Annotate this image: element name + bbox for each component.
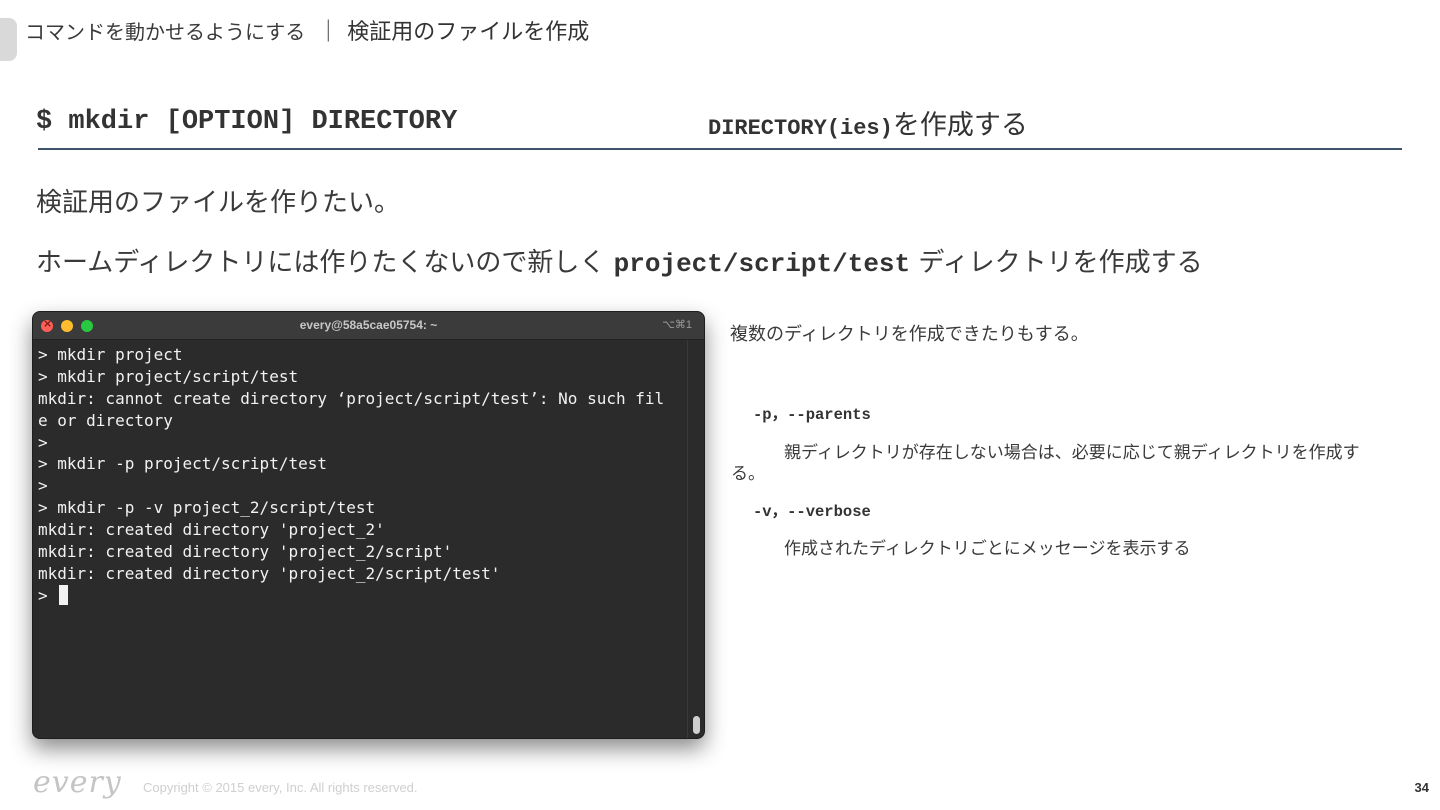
- terminal-line: >: [38, 476, 48, 496]
- command-desc-text: を作成する: [892, 110, 1028, 141]
- command-syntax: $ mkdir [OPTION] DIRECTORY: [36, 107, 458, 137]
- copyright-text: Copyright © 2015 every, Inc. All rights …: [143, 780, 418, 795]
- header-divider: [38, 148, 1402, 150]
- option-verbose: -v，--verbose: [753, 503, 871, 521]
- body-line-1: 検証用のファイルを作りたい。: [36, 188, 401, 218]
- terminal-shortcut: ⌥⌘1: [662, 319, 692, 331]
- header-subtitle: コマンドを動かせるようにする: [25, 20, 306, 44]
- terminal-output[interactable]: > mkdir project > mkdir project/script/t…: [33, 340, 688, 738]
- command-description: DIRECTORY(ies)を作成する: [708, 103, 1028, 142]
- command-desc-code: DIRECTORY(ies): [708, 116, 893, 141]
- notes-intro: 複数のディレクトリを作成できたりもする。: [730, 324, 1089, 345]
- slide-header: コマンドを動かせるようにする ｜ 検証用のファイルを作成: [25, 14, 589, 46]
- terminal-prompt-line[interactable]: >: [38, 584, 688, 607]
- terminal-line: >: [38, 432, 48, 452]
- terminal-titlebar[interactable]: every@58a5cae05754: ~ ⌥⌘1: [33, 312, 704, 340]
- header-title: 検証用のファイルを作成: [347, 20, 590, 45]
- terminal-scrollbar[interactable]: [687, 340, 704, 738]
- body-line-2-code: project/script/test: [613, 249, 911, 279]
- every-logo: every: [33, 765, 122, 800]
- option-parents: -p，--parents: [753, 406, 871, 424]
- terminal-cursor: [59, 584, 69, 605]
- terminal-line: > mkdir project/script/test: [38, 366, 299, 386]
- terminal-line: > mkdir -p -v project_2/script/test: [38, 498, 376, 518]
- body-line-2: ホームディレクトリには作りたくないので新しく project/script/te…: [36, 242, 1203, 279]
- terminal-scrollbar-thumb[interactable]: [693, 716, 700, 734]
- terminal-title: every@58a5cae05754: ~: [299, 318, 438, 332]
- terminal-line: mkdir: created directory 'project_2/scri…: [38, 542, 453, 562]
- terminal-line: > mkdir project: [38, 345, 183, 364]
- terminal-line: mkdir: cannot create directory ‘project/…: [38, 388, 665, 408]
- terminal-window[interactable]: every@58a5cae05754: ~ ⌥⌘1 > mkdir projec…: [32, 311, 705, 739]
- terminal-line: mkdir: created directory 'project_2/scri…: [38, 563, 501, 583]
- terminal-line: e or directory: [38, 410, 173, 430]
- command-syntax-row: $ mkdir [OPTION] DIRECTORY DIRECTORY(ies…: [36, 103, 1402, 149]
- slide-tab-marker: [0, 18, 17, 61]
- header-separator: ｜: [317, 20, 340, 45]
- option-parents-desc-line-1: 親ディレクトリが存在しない場合は、必要に応じて親ディレクトリを作成す: [784, 443, 1360, 463]
- page-number: 34: [1414, 780, 1429, 795]
- option-parents-desc-line-2: る。: [731, 464, 765, 484]
- body-line-2-post: ディレクトリを作成する: [910, 248, 1203, 278]
- body-line-2-pre: ホームディレクトリには作りたくないので新しく: [36, 248, 614, 278]
- terminal-line: mkdir: created directory 'project_2': [38, 520, 385, 540]
- option-verbose-desc: 作成されたディレクトリごとにメッセージを表示する: [784, 539, 1191, 559]
- terminal-prompt: >: [38, 585, 58, 605]
- terminal-line: > mkdir -p project/script/test: [38, 454, 327, 474]
